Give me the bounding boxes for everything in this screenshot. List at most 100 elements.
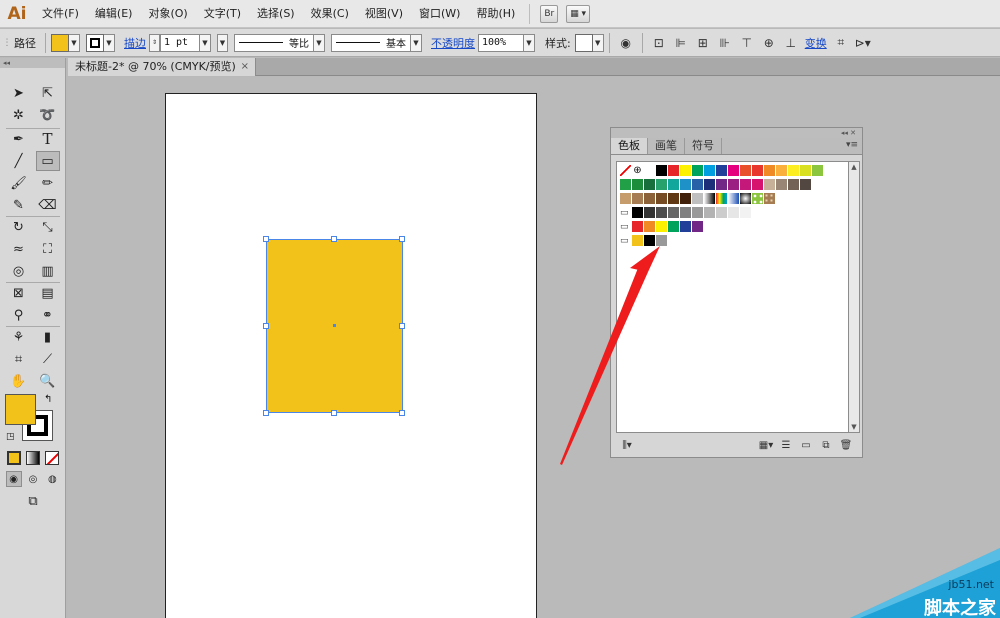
align-to-icon[interactable]: ⊡ [648, 33, 670, 53]
color-mode-button[interactable] [6, 451, 21, 465]
color-swatch[interactable] [704, 165, 716, 177]
color-swatch[interactable] [704, 193, 716, 205]
opacity-field[interactable]: 100% [478, 33, 524, 52]
color-swatch[interactable] [692, 207, 704, 219]
color-swatch[interactable] [644, 165, 656, 177]
artboard-tool-icon[interactable]: ⌗ [7, 349, 31, 369]
selection-handle[interactable] [399, 323, 405, 329]
color-swatch[interactable] [656, 207, 668, 219]
align-vertical-center-icon[interactable]: ⊕ [758, 33, 780, 53]
lasso-tool-icon[interactable]: ➰ [36, 105, 60, 125]
blob-brush-tool-icon[interactable]: ✎ [7, 195, 31, 215]
color-swatch[interactable] [632, 179, 644, 191]
color-swatch[interactable] [644, 179, 656, 191]
color-swatch[interactable] [668, 165, 680, 177]
fill-color-indicator[interactable] [5, 394, 36, 425]
bridge-button[interactable]: Br [540, 4, 559, 23]
menu-file[interactable]: 文件(F) [34, 0, 87, 28]
color-swatch[interactable] [740, 193, 752, 205]
gradient-mode-button[interactable] [25, 451, 40, 465]
delete-swatch-icon[interactable]: 🗑 [836, 437, 856, 453]
tab-brushes[interactable]: 画笔 [648, 138, 685, 154]
paintbrush-tool-icon[interactable]: 🖌 [7, 173, 31, 193]
opacity-panel-link[interactable]: 不透明度 [431, 35, 475, 51]
brush-definition-select[interactable]: 基本 [331, 33, 411, 52]
chevron-down-icon[interactable]: ▼ [69, 33, 80, 52]
graphic-style-swatch[interactable] [574, 33, 593, 52]
color-swatch[interactable] [716, 207, 728, 219]
rectangle-tool-icon[interactable]: ▭ [35, 151, 60, 171]
menu-help[interactable]: 帮助(H) [468, 0, 523, 28]
color-swatch[interactable] [716, 165, 728, 177]
eraser-tool-icon[interactable]: ⌫ [36, 195, 60, 215]
mesh-tool-icon[interactable]: ⊠ [7, 283, 31, 303]
color-swatch[interactable] [644, 235, 656, 247]
swatch-registration[interactable]: ⊕ [632, 165, 644, 177]
type-tool-icon[interactable]: T [36, 129, 60, 149]
stroke-stepper[interactable]: ⇕ [149, 33, 160, 52]
panel-header[interactable]: ◂◂ ✕ [611, 128, 862, 138]
color-swatch[interactable] [656, 193, 668, 205]
shape-builder-tool-icon[interactable]: ◎ [7, 261, 31, 281]
tab-swatches[interactable]: 色板 [611, 138, 648, 154]
color-swatch[interactable] [680, 193, 692, 205]
direct-selection-tool-icon[interactable]: ⇱ [36, 83, 60, 103]
stroke-weight-field[interactable]: 1 pt [160, 33, 200, 52]
color-swatch[interactable] [704, 207, 716, 219]
color-swatch[interactable] [632, 235, 644, 247]
symbol-sprayer-tool-icon[interactable]: ⚘ [7, 327, 31, 347]
color-swatch[interactable] [728, 165, 740, 177]
color-swatch[interactable] [656, 235, 668, 247]
chevron-down-icon[interactable]: ▼ [592, 33, 604, 52]
color-swatch[interactable] [656, 165, 668, 177]
pen-tool-icon[interactable]: ✒ [7, 129, 31, 149]
selection-handle[interactable] [263, 236, 269, 242]
none-mode-button[interactable] [45, 451, 60, 465]
align-horizontal-center-icon[interactable]: ⊞ [692, 33, 714, 53]
draw-behind-icon[interactable]: ◎ [25, 471, 41, 487]
menu-view[interactable]: 视图(V) [357, 0, 411, 28]
align-bottom-icon[interactable]: ⊥ [780, 33, 802, 53]
column-graph-tool-icon[interactable]: ▮ [36, 327, 60, 347]
menu-select[interactable]: 选择(S) [249, 0, 303, 28]
swatch-libraries-icon[interactable]: ⫼▾ [617, 437, 637, 453]
show-swatch-kinds-icon[interactable]: ▦▾ [756, 437, 776, 453]
scale-tool-icon[interactable]: ⤡ [36, 217, 60, 237]
chevron-down-icon[interactable]: ▼ [314, 33, 325, 52]
color-swatch[interactable] [800, 179, 812, 191]
panel-menu-icon[interactable]: ▾≡ [846, 140, 858, 150]
selection-tool-icon[interactable]: ➤ [7, 83, 31, 103]
color-swatch[interactable] [764, 165, 776, 177]
hand-tool-icon[interactable]: ✋ [7, 371, 31, 391]
color-swatch[interactable] [752, 179, 764, 191]
color-swatch[interactable] [740, 207, 752, 219]
color-swatch[interactable] [620, 193, 632, 205]
arrange-documents-button[interactable]: ▦ ▾ [566, 4, 591, 23]
color-swatch[interactable] [632, 207, 644, 219]
color-swatch[interactable] [764, 179, 776, 191]
color-swatch[interactable] [680, 207, 692, 219]
color-swatch[interactable] [656, 221, 668, 233]
color-swatch[interactable] [740, 179, 752, 191]
color-swatch[interactable] [788, 179, 800, 191]
color-swatch[interactable] [716, 193, 728, 205]
color-swatch[interactable] [680, 221, 692, 233]
swatch-options-icon[interactable]: ☰ [776, 437, 796, 453]
align-left-icon[interactable]: ⊫ [670, 33, 692, 53]
folder-icon[interactable]: ▭ [620, 235, 632, 247]
perspective-grid-tool-icon[interactable]: ▥ [36, 261, 60, 281]
scroll-up-icon[interactable]: ▲ [849, 162, 859, 172]
chevron-down-icon[interactable]: ▼ [524, 33, 535, 52]
chevron-down-icon[interactable]: ▼ [200, 33, 211, 52]
color-swatch[interactable] [764, 193, 776, 205]
folder-icon[interactable]: ▭ [620, 221, 632, 233]
folder-icon[interactable]: ▭ [620, 207, 632, 219]
color-swatch[interactable] [668, 179, 680, 191]
scroll-down-icon[interactable]: ▼ [849, 422, 859, 432]
chevron-down-icon[interactable]: ▼ [411, 33, 422, 52]
swatch-none[interactable] [620, 165, 632, 177]
blend-tool-icon[interactable]: ⚭ [36, 305, 60, 325]
color-swatch[interactable] [788, 165, 800, 177]
panel-options-icon[interactable]: ⊳▾ [852, 33, 874, 53]
document-tab[interactable]: 未标题-2* @ 70% (CMYK/预览) × [68, 58, 256, 76]
